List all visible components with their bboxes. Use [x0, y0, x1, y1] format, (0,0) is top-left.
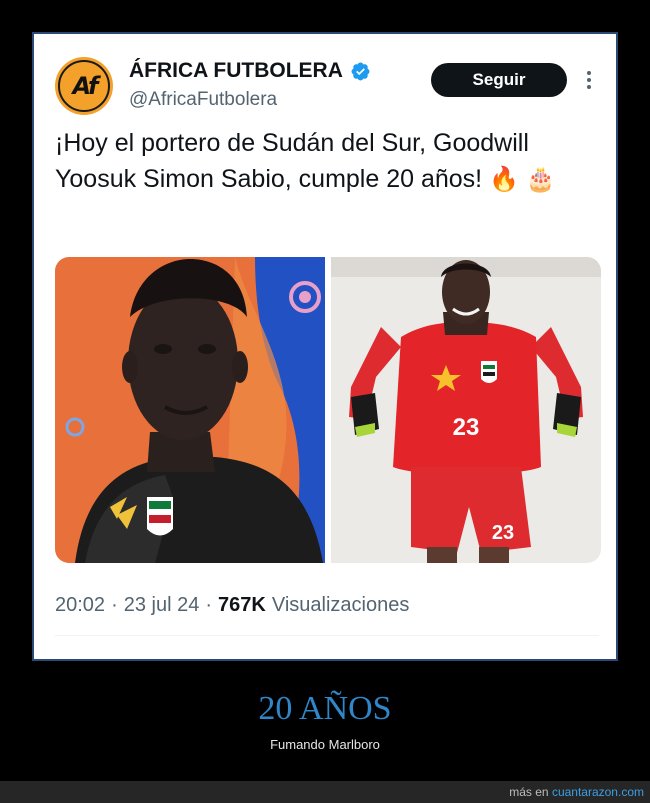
avatar[interactable]: Af: [55, 57, 113, 115]
tweet-meta: 20:02 · 23 jul 24 · 767K Visualizaciones: [55, 594, 409, 617]
views-count[interactable]: 767K: [218, 594, 266, 617]
views-label[interactable]: Visualizaciones: [272, 594, 410, 617]
display-name[interactable]: ÁFRICA FUTBOLERA: [129, 59, 343, 83]
photo-portrait[interactable]: [55, 257, 325, 563]
footer-prefix: más en: [509, 785, 549, 799]
divider: [55, 635, 599, 636]
meta-separator: ·: [205, 594, 213, 616]
tweet-card: Af ÁFRICA FUTBOLERA @AfricaFutbolera Seg…: [37, 37, 613, 656]
fire-emoji: 🔥: [489, 165, 519, 193]
caption-subtitle: Fumando Marlboro: [270, 737, 380, 752]
tweet-media[interactable]: 23 23: [55, 257, 601, 563]
shorts-number: 23: [492, 522, 514, 544]
tweet-body: ¡Hoy el portero de Sudán del Sur, Goodwi…: [55, 129, 529, 193]
footer-text: más en cuantarazon.com: [509, 785, 644, 799]
birthday-cake-emoji: 🎂: [525, 165, 556, 193]
footer-bar: más en cuantarazon.com: [0, 781, 650, 803]
tweet-date[interactable]: 23 jul 24: [124, 594, 200, 617]
meta-separator: ·: [111, 594, 118, 616]
avatar-logo: Af: [58, 60, 110, 112]
tweet-card-frame: Af ÁFRICA FUTBOLERA @AfricaFutbolera Seg…: [32, 32, 618, 661]
verified-badge-icon: [351, 62, 370, 80]
photo-red-kit[interactable]: 23 23: [331, 257, 601, 563]
author-name-row[interactable]: ÁFRICA FUTBOLERA: [129, 59, 371, 83]
more-options-icon[interactable]: [581, 68, 597, 92]
footer-site-link[interactable]: cuantarazon.com: [552, 785, 644, 799]
tweet-time[interactable]: 20:02: [55, 594, 105, 617]
follow-button[interactable]: Seguir: [431, 63, 567, 97]
jersey-number: 23: [453, 414, 480, 441]
handle[interactable]: @AfricaFutbolera: [129, 89, 277, 111]
caption-title: 20 AÑOS: [258, 690, 392, 727]
tweet-text: ¡Hoy el portero de Sudán del Sur, Goodwi…: [55, 125, 585, 197]
